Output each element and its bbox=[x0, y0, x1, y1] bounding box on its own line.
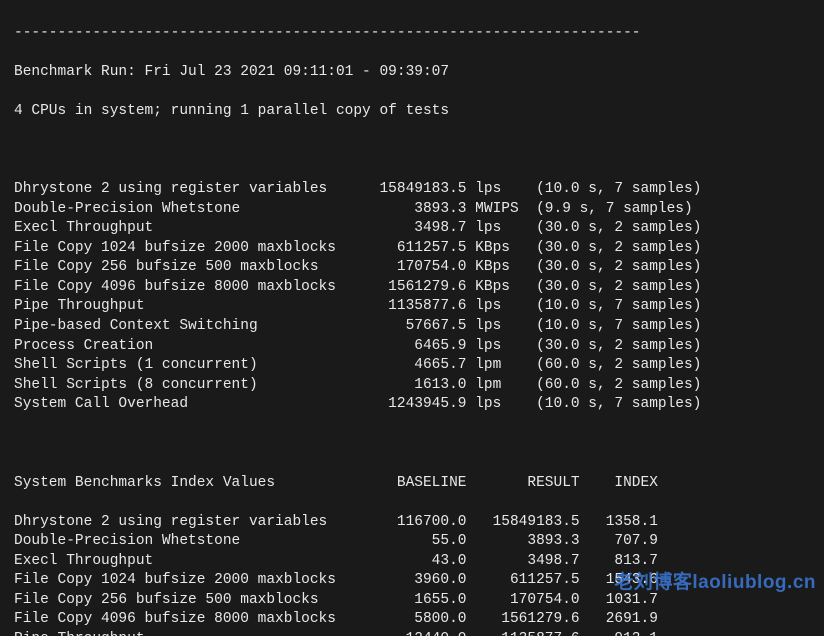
test-result-row: Pipe Throughput 1135877.6 lps (10.0 s, 7… bbox=[14, 297, 814, 317]
test-result-row: Double-Precision Whetstone 3893.3 MWIPS … bbox=[14, 200, 814, 220]
test-result-row: System Call Overhead 1243945.9 lps (10.0… bbox=[14, 395, 814, 415]
test-result-row: File Copy 4096 bufsize 8000 maxblocks 15… bbox=[14, 278, 814, 298]
test-result-row: File Copy 1024 bufsize 2000 maxblocks 61… bbox=[14, 239, 814, 259]
blank-line bbox=[14, 434, 814, 454]
test-result-row: Execl Throughput 3498.7 lps (30.0 s, 2 s… bbox=[14, 219, 814, 239]
index-value-row: Execl Throughput 43.0 3498.7 813.7 bbox=[14, 552, 814, 572]
index-value-row: Double-Precision Whetstone 55.0 3893.3 7… bbox=[14, 532, 814, 552]
test-result-row: Process Creation 6465.9 lps (30.0 s, 2 s… bbox=[14, 337, 814, 357]
test-results-block: Dhrystone 2 using register variables 158… bbox=[14, 180, 814, 415]
index-header-line: System Benchmarks Index Values BASELINE … bbox=[14, 474, 814, 494]
index-value-row: File Copy 256 bufsize 500 maxblocks 1655… bbox=[14, 591, 814, 611]
test-result-row: File Copy 256 bufsize 500 maxblocks 1707… bbox=[14, 258, 814, 278]
divider-top: ----------------------------------------… bbox=[14, 24, 814, 44]
index-value-row: Dhrystone 2 using register variables 116… bbox=[14, 513, 814, 533]
benchmark-run-line: Benchmark Run: Fri Jul 23 2021 09:11:01 … bbox=[14, 63, 814, 83]
blank-line bbox=[14, 141, 814, 161]
index-value-row: Pipe Throughput 12440.0 1135877.6 913.1 bbox=[14, 630, 814, 636]
test-result-row: Pipe-based Context Switching 57667.5 lps… bbox=[14, 317, 814, 337]
index-value-row: File Copy 1024 bufsize 2000 maxblocks 39… bbox=[14, 571, 814, 591]
test-result-row: Shell Scripts (8 concurrent) 1613.0 lpm … bbox=[14, 376, 814, 396]
test-result-row: Shell Scripts (1 concurrent) 4665.7 lpm … bbox=[14, 356, 814, 376]
system-info-line: 4 CPUs in system; running 1 parallel cop… bbox=[14, 102, 814, 122]
test-result-row: Dhrystone 2 using register variables 158… bbox=[14, 180, 814, 200]
index-value-row: File Copy 4096 bufsize 8000 maxblocks 58… bbox=[14, 610, 814, 630]
index-values-block: Dhrystone 2 using register variables 116… bbox=[14, 513, 814, 636]
terminal-output: ----------------------------------------… bbox=[0, 0, 824, 636]
